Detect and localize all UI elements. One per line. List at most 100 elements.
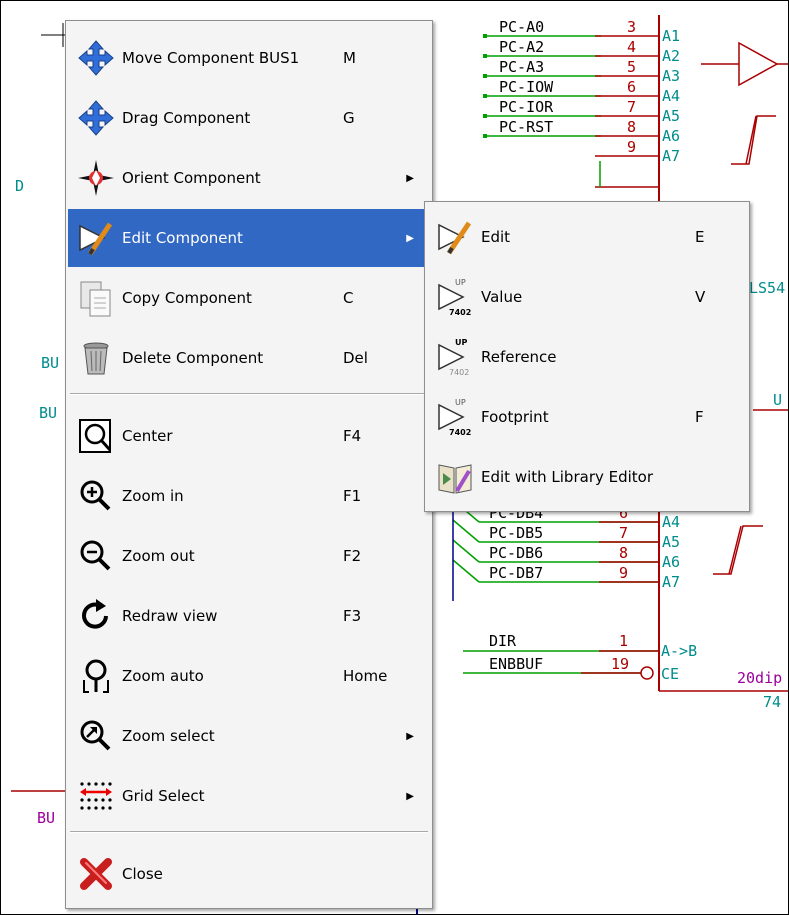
menu-item-label: Drag Component [122,109,251,127]
submenu-arrow-icon: ▶ [406,172,414,184]
label-bus-1: BU [41,354,59,372]
icon-badge-top: UP [455,398,466,407]
menu-separator [70,831,428,833]
menu-item-center[interactable]: Center F4 [68,407,430,465]
schematic-canvas[interactable]: D BU BU BU PC-A0 3 A1 PC-A2 4 A2 PC-A3 5 A3 PC-IO… [0,0,789,915]
value-icon: UP 7402 [433,275,477,319]
menu-item-shortcut: Home [343,667,388,685]
menu-item-label: Value [481,288,523,306]
pin-number: 5 [627,58,636,76]
submenu-item-value[interactable]: UP 7402 Value V [427,268,747,326]
menu-item-grid-select[interactable]: Grid Select ▶ [68,767,430,825]
top-nets: PC-A0 3 A1 PC-A2 4 A2 PC-A3 5 A3 PC-IOW 6 A4 PC-IOR 7… [483,18,680,165]
pin-number: 4 [627,38,636,56]
menu-item-zoom-in[interactable]: Zoom in F1 [68,467,430,525]
pin-number: 9 [619,564,628,582]
bus-entry [452,559,480,583]
menu-item-move-component[interactable]: Move Component BUS1 M [68,29,430,87]
menu-item-delete-component[interactable]: Delete Component Del [68,329,430,387]
menu-item-label: Orient Component [122,169,261,187]
schmitt-symbol-bottom [713,525,763,575]
menu-item-close[interactable]: Close [68,845,430,903]
menu-item-zoom-auto[interactable]: Zoom auto Home [68,647,430,705]
submenu-item-reference[interactable]: UP 7402 Reference [427,328,747,386]
menu-item-label: Footprint [481,408,549,426]
net-label: PC-DB6 [489,544,543,562]
wire-endpoint [483,94,487,98]
menu-item-label: Zoom in [122,487,184,505]
wire-endpoint [483,34,487,38]
zoom-in-icon [74,474,118,518]
zoom-select-icon [74,714,118,758]
menu-item-label: Reference [481,348,557,366]
submenu-item-footprint[interactable]: UP 7402 Footprint F [427,388,747,446]
label-bus-2: BU [39,404,57,422]
menu-item-shortcut: F [695,408,704,426]
menu-item-label: Center [122,427,173,445]
close-icon [74,852,118,896]
submenu-item-edit[interactable]: Edit E [427,208,747,266]
edit-component-icon [74,216,118,260]
pin-enbbuf: 19 [611,655,629,673]
menu-item-label: Close [122,865,163,883]
icon-badge-bottom: 7402 [449,428,471,437]
move-icon [74,36,118,80]
menu-item-label: Edit with Library Editor [481,468,654,486]
port-label: A6 [662,553,680,571]
icon-badge-top: UP [455,278,466,287]
net-dir: DIR [489,632,517,650]
menu-item-shortcut: F2 [343,547,362,565]
port-label: A5 [662,107,680,125]
menu-item-zoom-select[interactable]: Zoom select ▶ [68,707,430,765]
menu-item-label: Copy Component [122,289,252,307]
menu-item-orient-component[interactable]: Orient Component ▶ [68,149,430,207]
net-label: PC-A0 [499,18,544,36]
pin-number: 8 [627,118,636,136]
icon-badge-bottom: 7402 [449,368,469,377]
menu-item-shortcut: C [343,289,354,307]
port-label: A6 [662,127,680,145]
port-dir: A->B [661,642,697,660]
net-label: PC-IOR [499,98,554,116]
submenu-item-edit-with-library-editor[interactable]: Edit with Library Editor [427,448,747,506]
net-label: PC-A2 [499,38,544,56]
redraw-icon [74,594,118,638]
menu-item-label: Delete Component [122,349,264,367]
bus-entry [452,539,480,563]
port-label: A4 [662,513,680,531]
label-ls54: LS54 [749,279,785,297]
submenu-arrow-icon: ▶ [406,232,414,244]
grid-icon [74,774,118,818]
menu-item-shortcut: G [343,109,355,127]
pin-dir: 1 [619,632,628,650]
icon-badge-bottom: 7402 [449,308,471,317]
net-label: PC-A3 [499,58,544,76]
center-icon [74,414,118,458]
menu-item-edit-component[interactable]: Edit Component ▶ [68,209,430,267]
menu-item-label: Zoom out [122,547,195,565]
label-bus-3: BU [37,809,55,827]
menu-item-shortcut: V [695,288,706,306]
port-label: A7 [662,573,680,591]
menu-item-redraw-view[interactable]: Redraw view F3 [68,587,430,645]
buffer-symbol [701,41,788,87]
menu-item-drag-component[interactable]: Drag Component G [68,89,430,147]
context-menu: Move Component BUS1 M Drag Component G O… [65,20,433,909]
wire-endpoint [483,54,487,58]
pin-number: 7 [619,524,628,542]
submenu-arrow-icon: ▶ [406,730,414,742]
trash-icon [74,336,118,380]
bus-entry [452,519,480,543]
menu-item-copy-component[interactable]: Copy Component C [68,269,430,327]
menu-item-label: Edit [481,228,511,246]
menu-item-zoom-out[interactable]: Zoom out F2 [68,527,430,585]
menu-item-shortcut: F1 [343,487,362,505]
net-enbbuf: ENBBUF [489,655,543,673]
menu-item-shortcut: E [695,228,705,246]
label-package: 20dip [737,669,782,687]
edit-icon [433,215,477,259]
pin-number: 7 [627,98,636,116]
bottom-nets: PC-DB4 6 A4PC-DB5 7 A5PC-DB6 8 A6PC-DB7 9 A7 [452,499,680,591]
net-label: PC-DB5 [489,524,543,542]
menu-item-label: Move Component BUS1 [122,49,300,67]
